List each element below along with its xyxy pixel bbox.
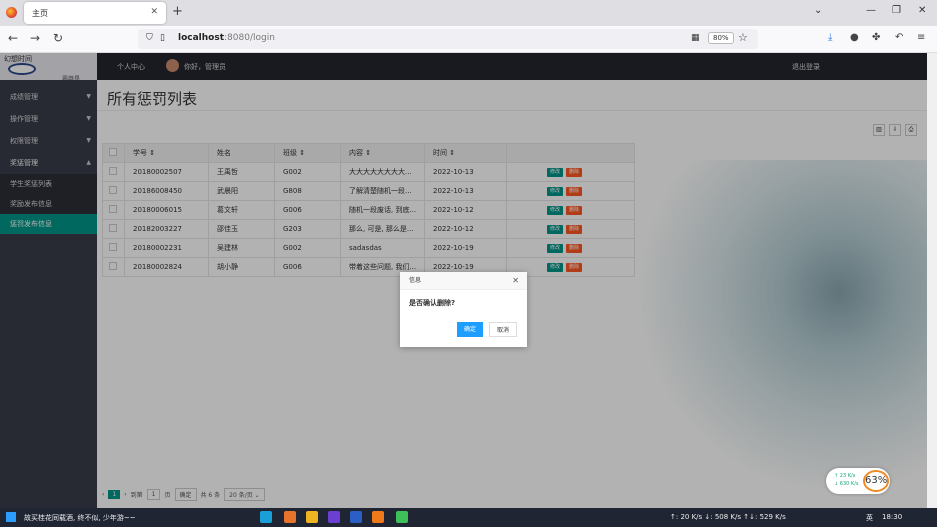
close-icon[interactable]: ✕	[512, 276, 519, 285]
reload-icon[interactable]: ↻	[53, 31, 63, 45]
close-window-icon[interactable]: ✕	[918, 5, 926, 16]
dialog-message: 是否确认删除?	[409, 299, 456, 307]
cancel-button[interactable]: 取消	[488, 322, 517, 337]
shield-icon[interactable]: ⛉	[146, 33, 153, 43]
url-text[interactable]: localhost:8080/login	[178, 33, 275, 43]
chrome-taskbar-icon[interactable]	[306, 511, 318, 523]
qr-code-icon[interactable]: ▦	[691, 33, 700, 43]
account-icon[interactable]: ●	[850, 32, 859, 43]
network-speed-widget[interactable]: ↑ 23 K/s ↓ 630 K/s 63%	[826, 468, 890, 494]
new-tab-icon[interactable]: +	[172, 4, 183, 19]
browser-nav-bar: ← → ↻ ⛉ ▯ localhost:8080/login ▦ 80% ☆ ⤓…	[0, 26, 937, 53]
menu-icon[interactable]: ≡	[917, 32, 925, 43]
windows-start-icon[interactable]	[6, 512, 16, 522]
dialog-title: 信息	[400, 272, 527, 290]
download-icon[interactable]: ⤓	[828, 32, 832, 43]
confirm-dialog: 信息 ✕ 是否确认删除? 确定 取消	[400, 272, 527, 347]
network-speed-text: ↑: 20 K/s ↓: 508 K/s ↑↓: 529 K/s	[670, 513, 786, 521]
tab-title: 主页	[32, 8, 48, 18]
tab-list-icon[interactable]: ⌄	[814, 5, 822, 16]
taskbar: 故买桂花同载酒, 终不似, 少年游~~ ↑: 20 K/s ↓: 508 K/s…	[0, 508, 937, 527]
back-icon[interactable]: ←	[8, 31, 18, 45]
clock[interactable]: 18:30	[882, 513, 902, 521]
input-language[interactable]: 英	[866, 513, 873, 523]
minimize-icon[interactable]: —	[866, 5, 876, 16]
download-speed: ↓ 630 K/s	[834, 481, 859, 487]
upload-speed: ↑ 23 K/s	[834, 473, 856, 479]
taskbar-app-icon[interactable]	[328, 511, 340, 523]
usage-percent: 63%	[863, 470, 889, 492]
taskbar-app-icon[interactable]	[396, 511, 408, 523]
browser-tab[interactable]: 主页 ✕	[24, 2, 166, 24]
firefox-icon	[6, 7, 17, 18]
taskbar-app-icon[interactable]	[260, 511, 272, 523]
tab-close-icon[interactable]: ✕	[150, 7, 158, 17]
bookmark-star-icon[interactable]: ☆	[738, 31, 748, 44]
firefox-taskbar-icon[interactable]	[284, 511, 296, 523]
extensions-icon[interactable]: ✤	[872, 32, 880, 43]
restore-icon[interactable]: ❐	[892, 5, 901, 16]
url-bar[interactable]: ⛉ ▯ localhost:8080/login ▦ 80% ☆	[138, 29, 758, 49]
word-taskbar-icon[interactable]	[350, 511, 362, 523]
page-icon: ▯	[160, 33, 165, 43]
confirm-button[interactable]: 确定	[456, 322, 483, 337]
taskbar-app-icon[interactable]	[372, 511, 384, 523]
taskbar-marquee-text: 故买桂花同载酒, 终不似, 少年游~~	[24, 514, 136, 522]
page-scrollbar[interactable]	[927, 53, 937, 508]
zoom-level[interactable]: 80%	[708, 32, 734, 44]
undo-icon[interactable]: ↶	[895, 32, 903, 43]
app-viewport: 个人中心 你好，管理员 退出登录 幻想时间 霸莽是 成绩管理▼ 操作管理▼ 权限…	[0, 53, 927, 508]
browser-tab-bar: 主页 ✕ + ⌄ — ❐ ✕	[0, 0, 937, 26]
forward-icon[interactable]: →	[30, 31, 40, 45]
